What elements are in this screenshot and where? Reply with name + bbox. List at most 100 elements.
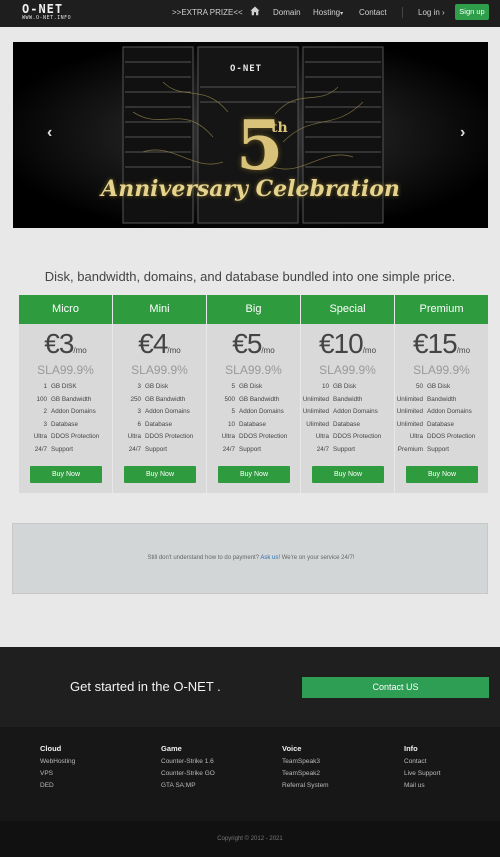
nav-domain[interactable]: Domain — [273, 8, 301, 17]
feature-value: 24/7 — [128, 445, 141, 453]
plan-name: Mini — [113, 295, 206, 324]
footer-column-cloud: Cloud WebHosting VPS DED — [40, 744, 75, 792]
feature-row: 3 GB Disk — [113, 383, 206, 396]
help-text-before: Still don't understand how to do payment… — [147, 555, 261, 561]
feature-row: Ultra DDOS Protection — [207, 433, 300, 446]
feature-value: Premium — [397, 445, 423, 453]
signup-button[interactable]: Sign up — [455, 4, 489, 20]
plan-price: €10/mo — [301, 328, 394, 360]
footer-link[interactable]: GTA SA:MP — [161, 780, 215, 792]
feature-label: Addon Domains — [51, 408, 96, 415]
plan-sla: SLA99.9% — [225, 363, 282, 377]
feature-row: 10 GB Disk — [301, 383, 394, 396]
plan-sla: SLA99.9% — [413, 363, 470, 377]
plan-name: Big — [207, 295, 300, 324]
price-amount: €4 — [138, 328, 168, 359]
footer-heading: Info — [404, 744, 418, 753]
footer-link[interactable]: Referral System — [282, 780, 329, 792]
nav-contact[interactable]: Contact — [359, 8, 387, 17]
feature-row: 24/7 Support — [113, 446, 206, 459]
contact-us-button[interactable]: Contact US — [302, 677, 489, 698]
feature-value: 250 — [130, 395, 141, 403]
top-navbar: O-NET WWW.O-NET.INFO >>EXTRA PRIZE<< Dom… — [0, 0, 500, 27]
footer-link[interactable]: Contact — [404, 756, 441, 768]
feature-row: Ulimited Database — [301, 421, 394, 434]
feature-row: 100 GB Bandwidth — [19, 396, 112, 409]
feature-label: GB Disk — [145, 383, 169, 390]
home-icon[interactable] — [250, 6, 260, 16]
banner-caption: Anniversary Celebration — [101, 176, 400, 202]
footer-link[interactable]: DED — [40, 780, 75, 792]
footer-link[interactable]: Mail us — [404, 780, 441, 792]
feature-label: DDOS Protection — [145, 433, 194, 440]
feature-label: Database — [51, 420, 78, 428]
feature-label: GB Bandwidth — [239, 395, 280, 403]
nav-hosting-label: Hosting — [313, 8, 341, 17]
nav-login[interactable]: Log in › — [418, 8, 445, 17]
plan-card-big: Big €5/mo SLA99.9% 5 GB Disk 500 GB Bandwidth 5… — [207, 295, 300, 493]
price-period: /mo — [261, 346, 275, 355]
nav-hosting[interactable]: Hosting▾ — [313, 8, 343, 17]
feature-list: 10 GB Disk Unlimited Bandwidth Unlimited Addo… — [301, 383, 394, 458]
carousel-prev-icon[interactable]: ‹ — [47, 124, 52, 142]
price-amount: €3 — [44, 328, 74, 359]
cta-text: Get started in the O-NET . — [70, 679, 221, 694]
price-amount: €5 — [232, 328, 262, 359]
footer-link[interactable]: Live Support — [404, 768, 441, 780]
feature-list: 3 GB Disk 250 GB Bandwidth 3 Addon Domains 6 Da… — [113, 383, 206, 458]
footer-link[interactable]: Counter-Strike 1.6 — [161, 756, 215, 768]
price-period: /mo — [362, 346, 377, 355]
buy-now-button[interactable]: Buy Now — [406, 466, 478, 483]
hero-carousel: ‹ › O-NET 5 th Anniversary Celebration — [13, 42, 488, 228]
footer-link[interactable]: TeamSpeak3 — [282, 756, 329, 768]
footer-link[interactable]: VPS — [40, 768, 75, 780]
feature-label: GB Bandwidth — [51, 395, 92, 403]
copyright-bar: Copyright © 2012 - 2021 — [0, 821, 500, 857]
feature-value: 5 — [231, 383, 235, 390]
footer-link[interactable]: Counter-Strike GO — [161, 768, 215, 780]
feature-label: Bandwidth — [427, 395, 457, 403]
feature-row: 2 Addon Domains — [19, 408, 112, 421]
feature-value: Ulimited — [306, 420, 329, 428]
footer-link[interactable]: WebHosting — [40, 756, 75, 768]
feature-value: 3 — [137, 383, 141, 390]
plan-price: €4/mo — [113, 328, 206, 360]
feature-label: Addon Domains — [145, 408, 190, 415]
plan-price: €5/mo — [207, 328, 300, 360]
plan-card-micro: Micro €3/mo SLA99.9% 1 GB DISK 100 GB Bandwidt… — [19, 295, 112, 493]
plan-sla: SLA99.9% — [319, 363, 376, 377]
feature-row: 3 Addon Domains — [113, 408, 206, 421]
feature-row: Unlimited Addon Domains — [301, 408, 394, 421]
feature-row: 24/7 Support — [19, 446, 112, 459]
feature-row: 1 GB DISK — [19, 383, 112, 396]
ask-us-link[interactable]: Ask us! — [260, 555, 280, 561]
feature-value: 6 — [137, 420, 141, 428]
buy-now-button[interactable]: Buy Now — [218, 466, 290, 483]
caret-down-icon: ▾ — [340, 11, 344, 17]
buy-now-button[interactable]: Buy Now — [30, 466, 102, 483]
feature-value: 10 — [321, 383, 329, 390]
feature-label: Support — [51, 445, 74, 453]
feature-label: Database — [427, 420, 454, 428]
footer-link[interactable]: TeamSpeak2 — [282, 768, 329, 780]
plan-card-premium: Premium €15/mo SLA99.9% 50 GB Disk Unlimited B… — [395, 295, 488, 493]
feature-value: 500 — [224, 395, 235, 403]
copyright-text: Copyright © 2012 - 2021 — [217, 836, 283, 842]
site-logo[interactable]: O-NET WWW.O-NET.INFO — [20, 2, 88, 24]
carousel-next-icon[interactable]: › — [460, 124, 465, 142]
feature-value: Ultra — [33, 433, 47, 440]
feature-label: Database — [333, 420, 360, 428]
feature-value: Unlimited — [396, 420, 423, 428]
buy-now-button[interactable]: Buy Now — [124, 466, 196, 483]
feature-label: DDOS Protection — [239, 433, 288, 440]
feature-label: DDOS Protection — [333, 433, 382, 440]
feature-row: 500 GB Bandwidth — [207, 396, 300, 409]
buy-now-button[interactable]: Buy Now — [312, 466, 384, 483]
feature-row: Ultra DDOS Protection — [395, 433, 488, 446]
plan-sla: SLA99.9% — [37, 363, 94, 377]
feature-label: Addon Domains — [239, 408, 284, 415]
feature-label: Support — [145, 445, 168, 453]
feature-label: Addon Domains — [427, 408, 472, 415]
nav-extra-prize[interactable]: >>EXTRA PRIZE<< — [172, 8, 243, 17]
footer-heading: Game — [161, 744, 182, 753]
